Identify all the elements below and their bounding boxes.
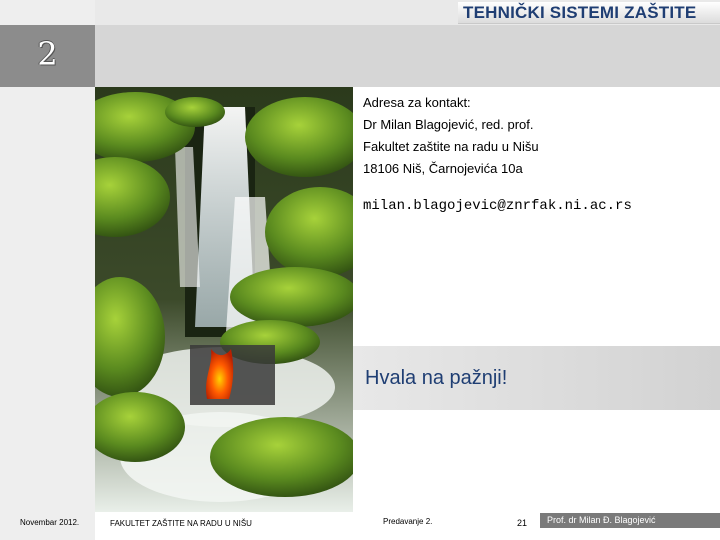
brand-title: TEHNIČKI SISTEMI ZAŠTITE — [458, 2, 720, 24]
footer-lecture: Predavanje 2. — [383, 517, 433, 526]
thanks-text: Hvala na pažnji! — [365, 367, 508, 389]
contact-block: Adresa za kontakt: Dr Milan Blagojević, … — [363, 92, 539, 180]
contact-line: Adresa za kontakt: — [363, 95, 471, 110]
contact-line: 18106 Niš, Čarnojevića 10a — [363, 161, 523, 176]
contact-line: Dr Milan Blagojević, red. prof. — [363, 117, 534, 132]
footer-faculty: FAKULTET ZAŠTITE NA RADU U NIŠU — [110, 519, 252, 528]
footer-page-number: 21 — [517, 518, 528, 528]
contact-line: Fakultet zaštite na radu u Nišu — [363, 139, 539, 154]
waterfall-illustration — [95, 87, 353, 512]
waterfall-photo — [95, 87, 353, 512]
chapter-number: 2 — [37, 35, 58, 73]
footer-date: Novembar 2012. — [20, 518, 80, 527]
contact-email[interactable]: milan.blagojevic@znrfak.ni.ac.rs — [363, 198, 632, 214]
footer-author: Prof. dr Milan Đ. Blagojević — [540, 513, 720, 528]
header-bar — [95, 25, 720, 87]
chapter-number-box: 2 — [0, 25, 95, 87]
